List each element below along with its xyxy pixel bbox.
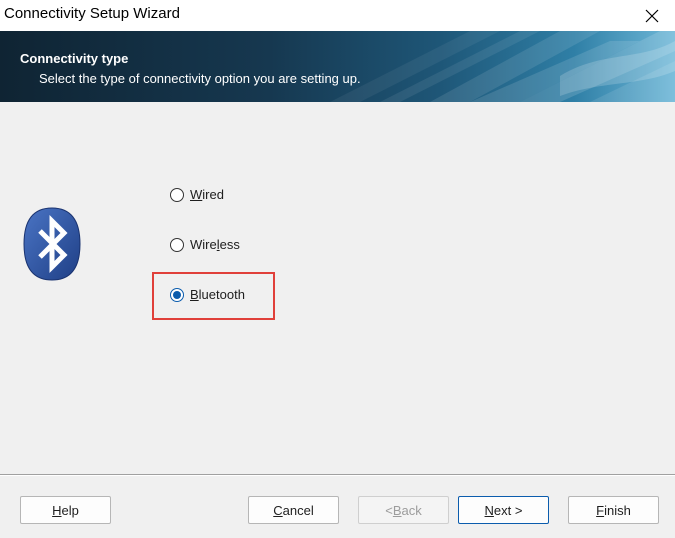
window-title: Connectivity Setup Wizard (4, 5, 180, 22)
radio-wireless-circle[interactable] (170, 237, 184, 252)
help-button[interactable]: Help (20, 496, 111, 524)
finish-button[interactable]: Finish (568, 496, 659, 524)
radio-wireless-label[interactable]: Wireless (190, 237, 240, 252)
page-title: Connectivity type (20, 51, 129, 66)
close-icon (645, 9, 659, 22)
title-bar: Connectivity Setup Wizard (0, 0, 675, 31)
bluetooth-icon (23, 207, 81, 281)
selection-highlight-box (152, 272, 275, 320)
close-button[interactable] (629, 0, 675, 31)
banner-decoration (330, 31, 675, 102)
radio-wireless[interactable]: Wireless (170, 237, 240, 252)
page-subtitle: Select the type of connectivity option y… (39, 71, 361, 86)
radio-wired-label[interactable]: Wired (190, 187, 224, 202)
wizard-header-banner: Connectivity type Select the type of con… (0, 31, 675, 102)
next-button[interactable]: Next > (458, 496, 549, 524)
back-button[interactable]: < Back (358, 496, 449, 524)
radio-wired[interactable]: Wired (170, 187, 224, 202)
radio-wired-circle[interactable] (170, 187, 184, 202)
wizard-content (0, 102, 675, 474)
cancel-button[interactable]: Cancel (248, 496, 339, 524)
